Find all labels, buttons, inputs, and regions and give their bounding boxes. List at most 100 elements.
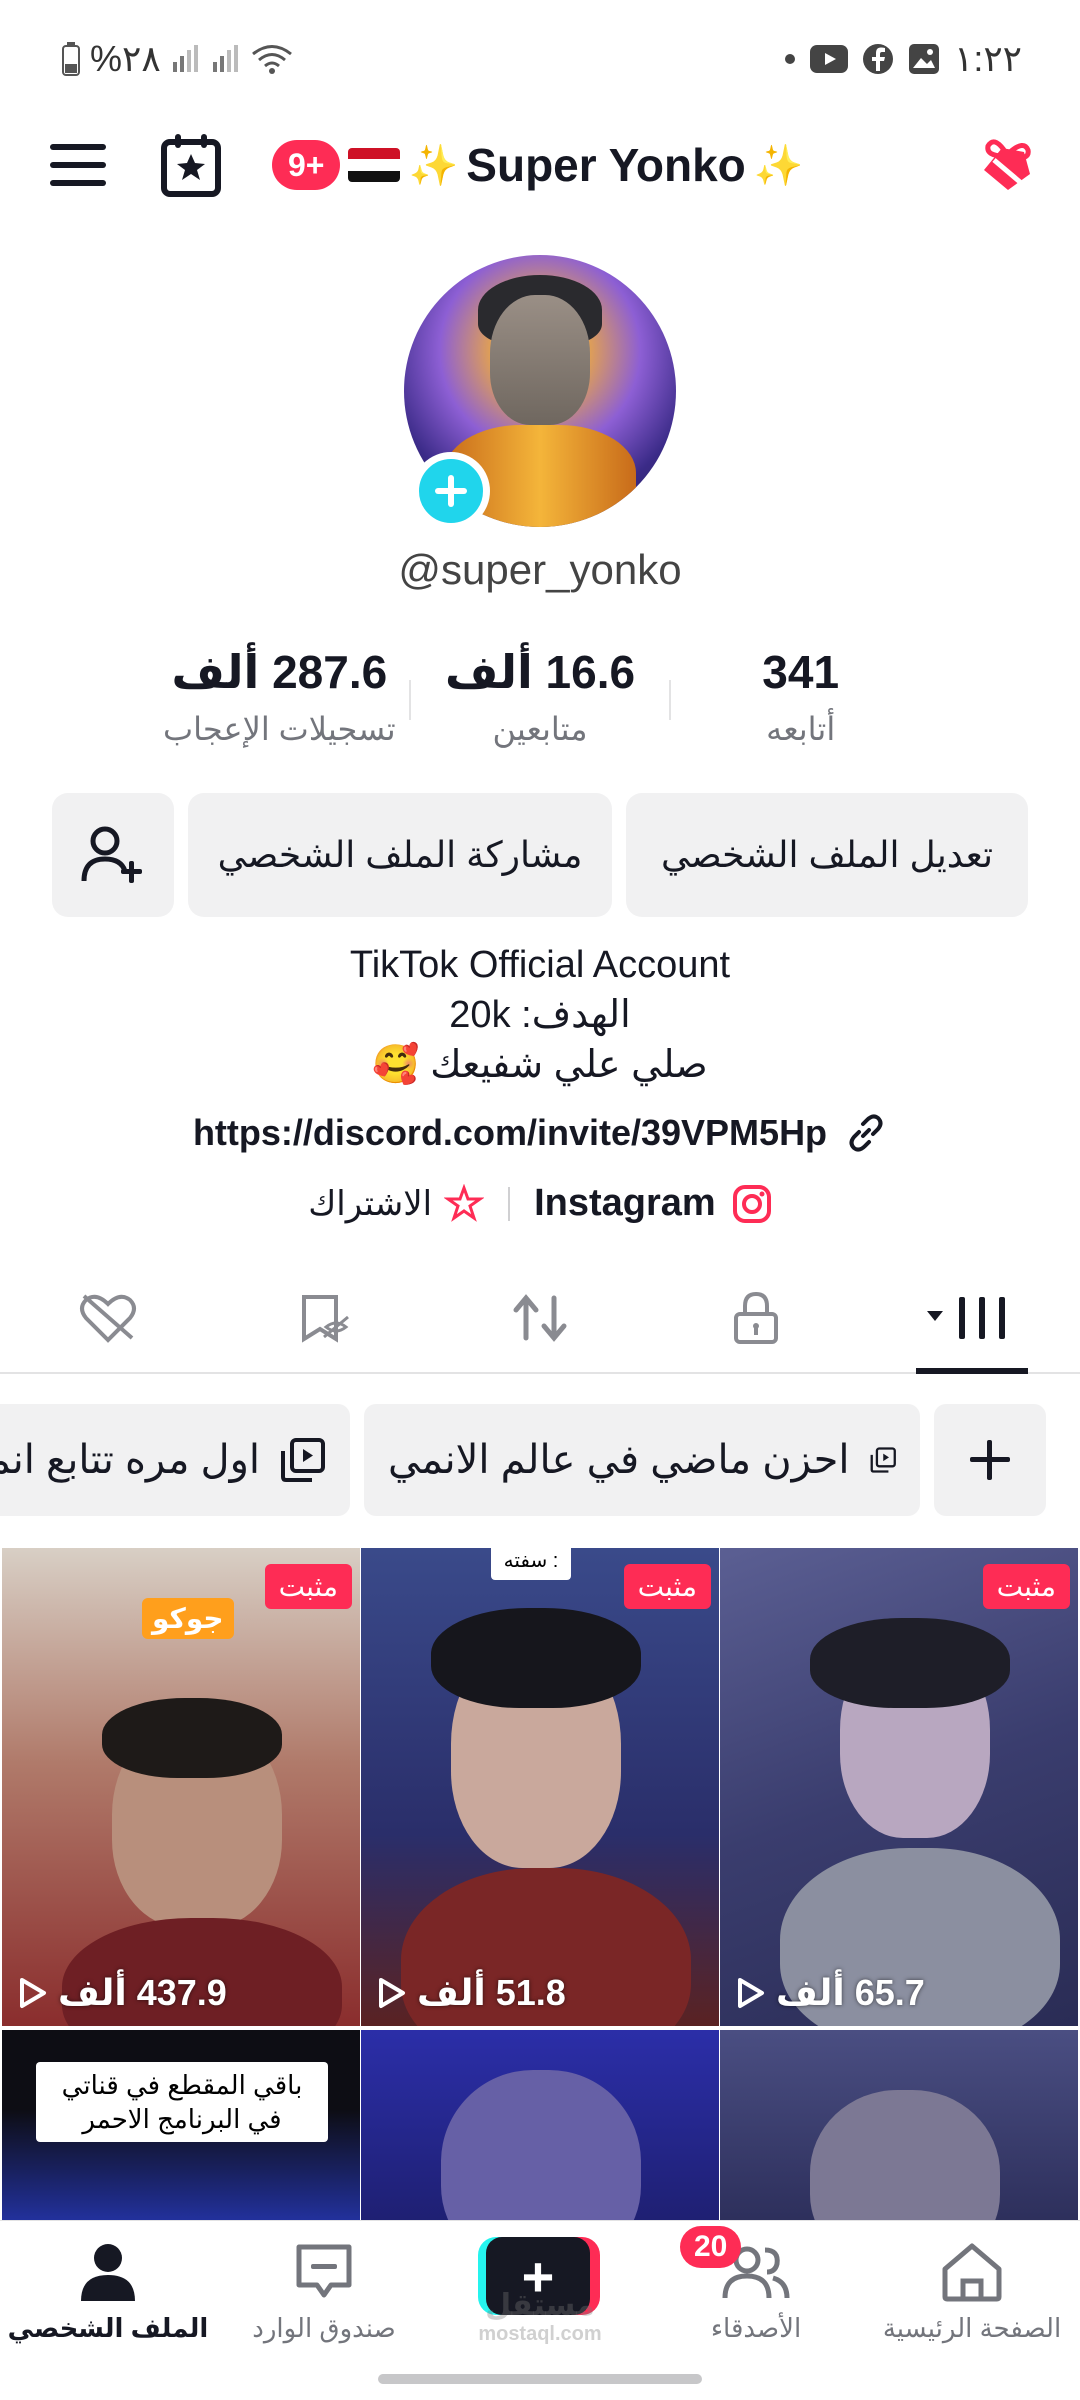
profile-header: 9+ ✨ Super Yonko ✨	[0, 110, 1080, 220]
tab-liked[interactable]	[48, 1278, 168, 1358]
subscription-label: الاشتراك	[308, 1184, 433, 1223]
likes-stat[interactable]: 287.6 ألف تسجيلات الإعجاب	[150, 640, 409, 760]
status-left: %٢٨	[62, 38, 293, 80]
followers-count: 16.6 ألف	[444, 646, 636, 698]
playlist-item[interactable]: احزن ماضي في عالم الانمي	[364, 1404, 920, 1516]
social-separator	[508, 1186, 511, 1221]
watermark-sub: mostaql.com	[478, 2323, 602, 2345]
profile-icon	[81, 2244, 135, 2301]
play-icon	[20, 1978, 46, 2008]
home-indicator[interactable]	[378, 2374, 702, 2384]
facebook-icon	[862, 39, 894, 79]
tab-private[interactable]	[696, 1278, 816, 1358]
wifi-icon	[251, 39, 293, 79]
share-profile-button[interactable]: مشاركة الملف الشخصي	[188, 793, 612, 917]
instagram-link[interactable]: Instagram	[534, 1182, 772, 1225]
view-count: 65.7 ألف	[736, 1972, 925, 2014]
add-avatar-button[interactable]	[412, 452, 490, 530]
playlists-row: احزن ماضي في عالم الانمي اول مره تتابع ا…	[0, 1404, 1080, 1520]
signal-icon-2	[211, 39, 241, 79]
instagram-icon	[732, 1184, 771, 1223]
bio: TikTok Official Account الهدف: 20k صلي ع…	[0, 940, 1080, 1090]
likes-count: 287.6 ألف	[171, 646, 388, 698]
video-thumbnail[interactable]	[720, 2030, 1078, 2220]
following-stat[interactable]: 341 أتابعه	[671, 640, 930, 760]
view-count-text: 437.9 ألف	[58, 1972, 227, 2013]
plus-icon	[970, 1440, 1010, 1480]
status-time: ١:٢٢	[953, 38, 1022, 79]
smiling-face-hearts-icon: 🥰	[372, 1044, 420, 1086]
add-user-icon	[81, 826, 142, 883]
view-count: 51.8 ألف	[377, 1972, 566, 2014]
pinned-badge: مثبت	[982, 1564, 1070, 1609]
view-count-text: 65.7 ألف	[776, 1972, 925, 2013]
subscription-star-icon	[444, 1183, 485, 1222]
menu-icon[interactable]	[48, 138, 108, 192]
play-icon	[379, 1978, 405, 2008]
view-count-text: 51.8 ألف	[417, 1972, 566, 2013]
edit-profile-button[interactable]: تعديل الملف الشخصي	[626, 793, 1028, 917]
followers-stat[interactable]: 16.6 ألف متابعين	[411, 640, 670, 760]
gift-icon[interactable]	[974, 132, 1040, 198]
profile-title[interactable]: 9+ ✨ Super Yonko ✨	[272, 128, 804, 202]
add-friend-button[interactable]	[52, 793, 174, 917]
add-playlist-button[interactable]	[934, 1404, 1046, 1516]
video-thumbnail[interactable]	[361, 2030, 719, 2220]
nav-profile[interactable]: الملف الشخصي	[0, 2237, 216, 2344]
status-bar: %٢٨ ١:٢٢	[0, 0, 1080, 110]
tab-favorites[interactable]	[264, 1278, 384, 1358]
video-thumbnail[interactable]: سفته : مثبت 51.8 ألف	[361, 1548, 719, 2026]
videos-grid-icon	[927, 1297, 1005, 1339]
tab-videos[interactable]	[912, 1278, 1032, 1358]
battery-percent: %٢٨	[90, 38, 161, 79]
display-name: Super Yonko	[466, 139, 746, 191]
calendar-star-icon[interactable]	[160, 132, 222, 198]
social-links: الاشتراك Instagram	[0, 1182, 1080, 1225]
nav-profile-label: الملف الشخصي	[7, 2313, 209, 2343]
playlist-icon	[870, 1447, 896, 1473]
gallery-icon	[908, 39, 940, 79]
video-sticker: جوكو	[142, 1598, 234, 1639]
sparkle-icon: ✨	[753, 143, 804, 188]
bookmark-hidden-icon	[302, 1295, 349, 1343]
nav-home-label: الصفحة الرئيسية	[882, 2313, 1062, 2343]
content-tabs	[0, 1264, 1080, 1374]
bio-line-1: TikTok Official Account	[349, 944, 731, 986]
link-icon	[849, 1114, 883, 1152]
video-caption: سفته :	[491, 1548, 571, 1580]
repost-icon	[513, 1294, 567, 1342]
nav-inbox[interactable]: صندوق الوارد	[216, 2237, 432, 2344]
home-icon	[942, 2243, 1002, 2302]
heart-hidden-icon	[80, 1294, 136, 1343]
watermark: مستقل mostaql.com	[460, 2288, 620, 2346]
plus-icon	[435, 475, 467, 507]
inbox-icon	[296, 2244, 352, 2298]
egypt-flag-icon	[348, 148, 401, 182]
status-right: ١:٢٢	[784, 38, 1022, 80]
video-grid: مثبت 65.7 ألف سفته : مثبت 51.8 ألف جوكو …	[0, 1548, 1080, 2220]
bio-line-3-text: صلي علي شفيعك	[430, 1044, 708, 1086]
video-thumbnail[interactable]: باقي المقطع في قناتي في البرنامج الاحمر	[2, 2030, 360, 2220]
playlist-item[interactable]: اول مره تتابع انمي	[0, 1404, 350, 1516]
bio-link-text: https://discord.com/invite/39VPM5Hp	[192, 1112, 828, 1153]
signal-icon-1	[171, 39, 201, 79]
likes-label: تسجيلات الإعجاب	[163, 711, 396, 747]
bio-link[interactable]: https://discord.com/invite/39VPM5Hp	[0, 1112, 1080, 1154]
instagram-label: Instagram	[534, 1182, 716, 1224]
subscription-link[interactable]: الاشتراك	[308, 1183, 485, 1224]
username: @super_yonko	[398, 546, 682, 593]
following-label: أتابعه	[766, 711, 836, 747]
profile-stats: 287.6 ألف تسجيلات الإعجاب 16.6 ألف متابع…	[150, 640, 930, 760]
notification-badge: 9+	[272, 140, 341, 190]
playlist-label: اول مره تتابع انمي	[0, 1438, 260, 1482]
nav-friends-label: الأصدقاء	[710, 2313, 802, 2343]
nav-inbox-label: صندوق الوارد	[252, 2313, 396, 2343]
video-thumbnail[interactable]: جوكو مثبت 437.9 ألف	[2, 1548, 360, 2026]
video-thumbnail[interactable]: مثبت 65.7 ألف	[720, 1548, 1078, 2026]
lock-icon	[734, 1291, 778, 1344]
tab-reposts[interactable]	[480, 1278, 600, 1358]
nav-home[interactable]: الصفحة الرئيسية	[864, 2237, 1080, 2344]
sparkle-icon: ✨	[408, 143, 459, 188]
following-count: 341	[762, 646, 840, 698]
battery-icon	[62, 39, 80, 79]
